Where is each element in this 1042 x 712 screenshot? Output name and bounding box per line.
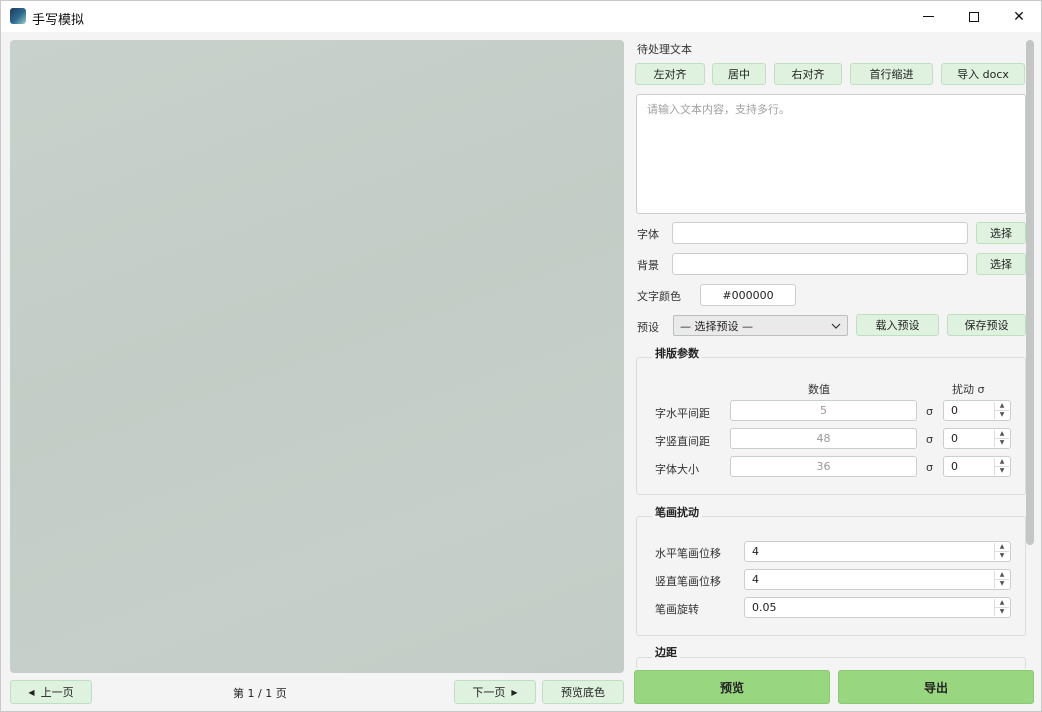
first-line-indent-button[interactable]: 首行缩进 bbox=[850, 63, 933, 85]
margin-group-title: 边距 bbox=[652, 644, 680, 660]
text-color-label: 文字颜色 bbox=[637, 290, 681, 303]
align-left-button[interactable]: 左对齐 bbox=[635, 63, 705, 85]
preset-label: 预设 bbox=[637, 321, 659, 334]
maximize-icon bbox=[969, 11, 979, 22]
char-h-spacing-label: 字水平间距 bbox=[655, 407, 710, 420]
arrow-up-icon[interactable]: ▲ bbox=[995, 402, 1009, 410]
arrow-up-icon[interactable]: ▲ bbox=[995, 430, 1009, 438]
window-title: 手写模拟 bbox=[32, 12, 85, 27]
spinner-arrows[interactable]: ▲ ▼ bbox=[994, 402, 1009, 419]
save-preset-button[interactable]: 保存预设 bbox=[947, 314, 1026, 336]
sigma-label: σ bbox=[926, 461, 933, 474]
preview-canvas bbox=[10, 40, 624, 673]
right-panel-scrollbar[interactable] bbox=[1026, 40, 1034, 660]
spinner-arrows[interactable]: ▲ ▼ bbox=[994, 543, 1009, 560]
load-preset-button[interactable]: 载入预设 bbox=[856, 314, 939, 336]
arrow-down-icon[interactable]: ▼ bbox=[995, 579, 1009, 588]
char-v-spacing-label: 字竖直间距 bbox=[655, 435, 710, 448]
preset-dropdown[interactable]: — 选择预设 — bbox=[673, 315, 848, 336]
prev-page-button[interactable]: ◀ 上一页 bbox=[10, 680, 92, 704]
stroke-jitter-title: 笔画扰动 bbox=[652, 504, 702, 520]
font-select-button[interactable]: 选择 bbox=[976, 222, 1026, 244]
minimize-button[interactable] bbox=[905, 1, 951, 32]
triangle-left-icon: ◀ bbox=[28, 687, 35, 697]
text-section-title: 待处理文本 bbox=[637, 43, 692, 56]
triangle-right-icon: ▶ bbox=[511, 687, 518, 697]
v-stroke-offset-spinner[interactable]: 4 ▲ ▼ bbox=[744, 569, 1011, 590]
spinner-value: 0 bbox=[951, 404, 958, 417]
align-center-button[interactable]: 居中 bbox=[712, 63, 766, 85]
text-color-button[interactable]: #000000 bbox=[700, 284, 796, 306]
maximize-button[interactable] bbox=[951, 1, 997, 32]
font-size-label: 字体大小 bbox=[655, 463, 699, 476]
spinner-arrows[interactable]: ▲ ▼ bbox=[994, 458, 1009, 475]
sigma-label: σ bbox=[926, 405, 933, 418]
text-input-area[interactable]: 请输入文本内容，支持多行。 bbox=[636, 94, 1026, 214]
arrow-down-icon[interactable]: ▼ bbox=[995, 551, 1009, 560]
arrow-down-icon[interactable]: ▼ bbox=[995, 438, 1009, 447]
align-right-button[interactable]: 右对齐 bbox=[774, 63, 842, 85]
next-page-label: 下一页 bbox=[472, 686, 506, 699]
margin-group bbox=[636, 657, 1026, 669]
spinner-value: 4 bbox=[752, 573, 759, 586]
arrow-down-icon[interactable]: ▼ bbox=[995, 607, 1009, 616]
spinner-value: 4 bbox=[752, 545, 759, 558]
spinner-arrows[interactable]: ▲ ▼ bbox=[994, 430, 1009, 447]
arrow-up-icon[interactable]: ▲ bbox=[995, 458, 1009, 466]
arrow-up-icon[interactable]: ▲ bbox=[995, 571, 1009, 579]
scrollbar-thumb[interactable] bbox=[1026, 40, 1034, 545]
char-v-spacing-field[interactable]: 48 bbox=[730, 428, 917, 449]
v-stroke-offset-label: 竖直笔画位移 bbox=[655, 575, 721, 588]
spinner-value: 0.05 bbox=[752, 601, 777, 614]
font-size-jitter-spinner[interactable]: 0 ▲ ▼ bbox=[943, 456, 1011, 477]
preview-bg-color-button[interactable]: 预览底色 bbox=[542, 680, 624, 704]
app-icon bbox=[10, 8, 26, 24]
layout-params-title: 排版参数 bbox=[652, 345, 702, 361]
minimize-icon bbox=[922, 16, 934, 17]
close-button[interactable]: ✕ bbox=[996, 1, 1042, 32]
sigma-label: σ bbox=[926, 433, 933, 446]
arrow-up-icon[interactable]: ▲ bbox=[995, 543, 1009, 551]
preset-selected: — 选择预设 — bbox=[680, 319, 753, 333]
char-h-spacing-field[interactable]: 5 bbox=[730, 400, 917, 421]
stroke-rotation-label: 笔画旋转 bbox=[655, 603, 699, 616]
arrow-up-icon[interactable]: ▲ bbox=[995, 599, 1009, 607]
background-path-input[interactable] bbox=[672, 253, 968, 275]
preview-bg-color-label: 预览底色 bbox=[561, 686, 605, 699]
font-size-field[interactable]: 36 bbox=[730, 456, 917, 477]
font-label: 字体 bbox=[637, 228, 659, 241]
background-label: 背景 bbox=[637, 259, 659, 272]
close-icon: ✕ bbox=[1013, 8, 1025, 25]
jitter-column-header: 扰动 σ bbox=[952, 383, 985, 396]
preview-button[interactable]: 预览 bbox=[634, 670, 830, 704]
background-select-button[interactable]: 选择 bbox=[976, 253, 1026, 275]
font-path-input[interactable] bbox=[672, 222, 968, 244]
spinner-arrows[interactable]: ▲ ▼ bbox=[994, 571, 1009, 588]
export-button[interactable]: 导出 bbox=[838, 670, 1034, 704]
h-stroke-offset-spinner[interactable]: 4 ▲ ▼ bbox=[744, 541, 1011, 562]
spinner-value: 0 bbox=[951, 432, 958, 445]
char-v-spacing-jitter-spinner[interactable]: 0 ▲ ▼ bbox=[943, 428, 1011, 449]
prev-page-label: 上一页 bbox=[40, 686, 74, 699]
arrow-down-icon[interactable]: ▼ bbox=[995, 466, 1009, 475]
spinner-value: 0 bbox=[951, 460, 958, 473]
next-page-button[interactable]: 下一页 ▶ bbox=[454, 680, 536, 704]
title-bar: 手写模拟 ✕ bbox=[1, 1, 1041, 32]
chevron-down-icon bbox=[831, 319, 841, 332]
stroke-rotation-spinner[interactable]: 0.05 ▲ ▼ bbox=[744, 597, 1011, 618]
h-stroke-offset-label: 水平笔画位移 bbox=[655, 547, 721, 560]
page-indicator: 第 1 / 1 页 bbox=[233, 687, 287, 700]
import-docx-button[interactable]: 导入 docx bbox=[941, 63, 1025, 85]
app-window: 手写模拟 ✕ ◀ 上一页 第 1 / 1 页 下一页 ▶ 预览底色 待处理文本 … bbox=[0, 0, 1042, 712]
spinner-arrows[interactable]: ▲ ▼ bbox=[994, 599, 1009, 616]
value-column-header: 数值 bbox=[808, 383, 830, 396]
char-h-spacing-jitter-spinner[interactable]: 0 ▲ ▼ bbox=[943, 400, 1011, 421]
arrow-down-icon[interactable]: ▼ bbox=[995, 410, 1009, 419]
